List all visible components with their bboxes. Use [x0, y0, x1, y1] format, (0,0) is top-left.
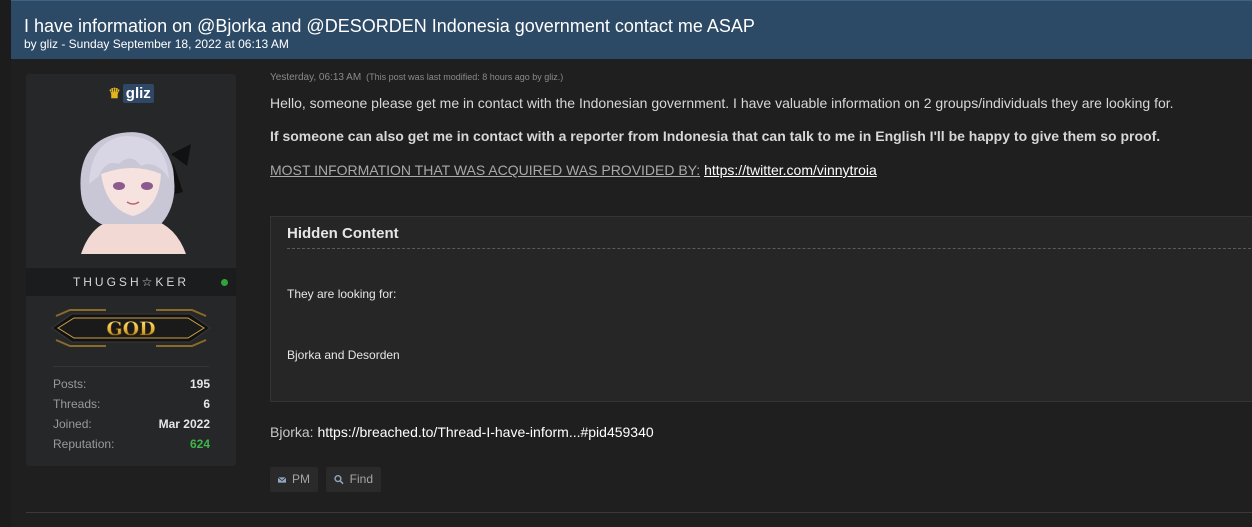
- stat-threads: Threads: 6: [53, 396, 210, 416]
- post-paragraph-bold: If someone can also get me in contact wi…: [270, 128, 1161, 144]
- stat-value: 6: [203, 397, 210, 411]
- post: ♛ gliz THUGSH☆KER GOD Posts: 195 Threads…: [11, 59, 1252, 527]
- edit-note: (This post was last modified: 8 hours ag…: [366, 72, 564, 82]
- post-timestamp: Yesterday, 06:13 AM: [270, 72, 362, 83]
- hidden-content-text: They are looking for:: [287, 287, 397, 301]
- post-source-line: MOST INFORMATION THAT WAS ACQUIRED WAS P…: [270, 162, 1252, 178]
- stat-posts: Posts: 195: [53, 376, 210, 396]
- thread-meta: by gliz - Sunday September 18, 2022 at 0…: [24, 37, 289, 51]
- stat-label: Posts:: [53, 377, 87, 391]
- thread-header: I have information on @Bjorka and @DESOR…: [11, 0, 1252, 59]
- envelope-icon: [278, 476, 286, 483]
- stat-joined: Joined: Mar 2022: [53, 416, 210, 436]
- breached-link[interactable]: https://breached.to/Thread-I-have-inform…: [317, 424, 653, 440]
- pm-label: PM: [292, 472, 310, 486]
- search-icon: [334, 475, 344, 485]
- twitter-link[interactable]: https://twitter.com/vinnytroia: [704, 162, 877, 178]
- hidden-content-title: Hidden Content: [287, 225, 399, 242]
- stat-reputation: Reputation: 624: [53, 436, 210, 456]
- stat-label: Joined:: [53, 417, 92, 431]
- bjorka-label: Bjorka:: [270, 424, 314, 440]
- usertitle: THUGSH☆KER: [72, 275, 190, 289]
- pm-button[interactable]: PM: [270, 467, 318, 492]
- reputation-value[interactable]: 624: [190, 436, 210, 456]
- thread-title: I have information on @Bjorka and @DESOR…: [24, 16, 755, 36]
- divider: [287, 248, 1252, 249]
- hidden-content-text: Bjorka and Desorden: [287, 348, 400, 362]
- post-date: Yesterday, 06:13 AM (This post was last m…: [270, 72, 1252, 86]
- hidden-content-box: Hidden Content They are looking for: Bjo…: [270, 216, 1252, 402]
- user-card: ♛ gliz THUGSH☆KER GOD Posts: 195 Threads…: [26, 74, 236, 466]
- bjorka-line: Bjorka: https://breached.to/Thread-I-hav…: [270, 424, 654, 440]
- find-button[interactable]: Find: [326, 467, 381, 492]
- stat-label: Reputation:: [53, 437, 115, 451]
- avatar[interactable]: [61, 114, 201, 254]
- source-text: MOST INFORMATION THAT WAS ACQUIRED WAS P…: [270, 162, 701, 178]
- find-label: Find: [349, 472, 373, 486]
- rank-badge: GOD: [50, 306, 212, 350]
- online-status-icon: [221, 279, 228, 286]
- stat-value: 195: [189, 377, 210, 391]
- post-paragraph: Hello, someone please get me in contact …: [270, 95, 1174, 111]
- crown-icon: ♛: [108, 85, 121, 101]
- username-row: ♛ gliz: [26, 84, 236, 103]
- user-stats: Posts: 195 Threads: 6 Joined: Mar 2022 R…: [53, 376, 210, 456]
- rank-label: GOD: [106, 318, 155, 340]
- usertitle-bar: THUGSH☆KER: [26, 268, 236, 296]
- divider: [53, 366, 209, 367]
- divider: [26, 512, 1252, 513]
- post-body: Yesterday, 06:13 AM (This post was last m…: [270, 72, 1252, 492]
- username-link[interactable]: gliz: [122, 84, 154, 103]
- stat-value: Mar 2022: [158, 417, 210, 431]
- stat-label: Threads:: [53, 397, 101, 411]
